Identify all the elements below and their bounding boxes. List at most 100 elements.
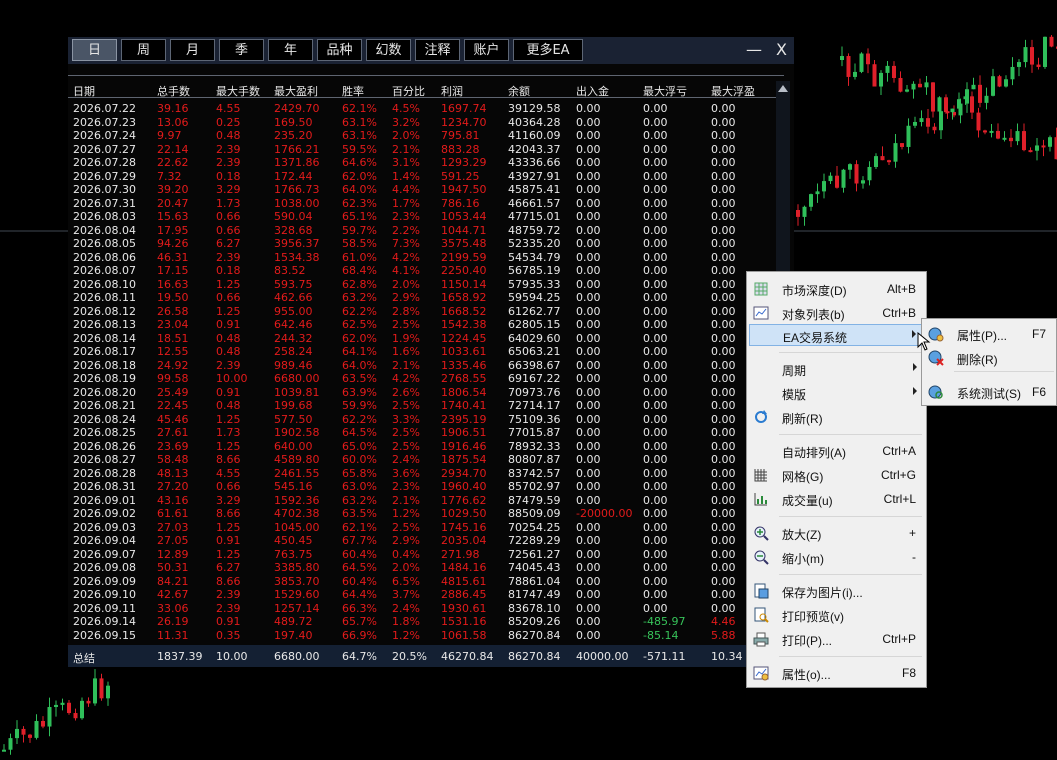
menu-separator [779,656,922,657]
table-cell: 62.0% [342,169,377,183]
candle-body [913,121,917,126]
menu-item-5[interactable]: 刷新(R) [749,406,924,428]
table-cell: 56785.19 [508,264,561,277]
summary-row: 总结 1837.39 10.00 6680.00 64.7% 20.5% 46270.84 8… [68,645,784,667]
table-cell: 1906.51 [441,426,487,439]
table-cell: 24.92 [157,358,189,372]
menu-item-8[interactable]: 成交量(u) Ctrl+L [749,488,924,510]
table-cell: 4.1% [392,264,420,277]
table-cell: 84.21 [157,574,189,588]
candle-body [67,702,71,714]
menu-item-4[interactable]: 模版 [749,382,924,404]
candle-body [905,89,909,92]
table-cell: 5.88 [711,628,736,642]
menu-item-0[interactable]: 市场深度(D) Alt+B [749,278,924,300]
submenu-item-label: 系统测试(S) [957,387,1021,401]
menu-item-10[interactable]: 缩小(m) - [749,546,924,568]
table-cell: 12.55 [157,345,189,358]
candle-body [983,130,987,133]
tab-9[interactable]: 更多EA [513,39,583,61]
row-date: 2026.07.31 [73,196,136,210]
table-cell: 0.00 [576,264,601,277]
table-cell: 0.00 [711,426,736,439]
table-cell: 577.50 [274,412,313,426]
table-cell: 0.00 [576,318,601,331]
candle-body [60,702,65,705]
table-cell: 0.48 [216,399,241,412]
table-cell: 0.00 [711,588,736,601]
menu-item-3[interactable]: 周期 [749,358,924,380]
table-cell: 8.66 [216,574,241,588]
minimize-button[interactable]: — [746,39,762,61]
candle-body [1043,36,1047,67]
menu-item-14[interactable]: 属性(o)... F8 [749,662,924,684]
row-date: 2026.09.10 [73,588,136,601]
table-cell: 86270.84 [508,628,561,642]
scroll-up-arrow[interactable] [778,85,788,92]
submenu-item-2[interactable]: 系统测试(S) F6 [924,381,1054,403]
tab-6[interactable]: 幻数 [366,39,411,61]
table-cell: 1045.00 [274,520,320,534]
summary-label: 总结 [73,652,95,665]
row-date: 2026.07.27 [73,142,136,156]
table-cell: 3.6% [392,466,420,480]
table-cell: 883.28 [441,142,480,156]
tab-5[interactable]: 品种 [317,39,362,61]
table-cell: 1.73 [216,426,241,439]
table-cell: 0.00 [643,507,668,520]
candle-body [976,112,981,131]
table-cell: 42043.37 [508,142,561,156]
table-cell: 47715.01 [508,210,561,223]
menu-item-11[interactable]: 保存为图片(i)... [749,580,924,602]
tab-7[interactable]: 注释 [415,39,460,61]
table-cell: 0.00 [711,102,736,115]
close-button[interactable]: X [776,39,787,61]
table-cell: 0.00 [711,547,736,561]
menu-item-2[interactable]: EA交易系统 [749,324,924,346]
table-cell: 26.58 [157,304,189,318]
menu-item-6[interactable]: 自动排列(A) Ctrl+A [749,440,924,462]
row-date: 2026.08.05 [73,237,136,250]
table-cell: 68.4% [342,264,377,277]
tab-0[interactable]: 日 [72,39,117,61]
table-cell: 0.00 [643,439,668,453]
row-date: 2026.08.21 [73,399,136,412]
table-cell: 15.63 [157,210,189,223]
menu-item-shortcut: Ctrl+A [882,444,916,458]
tab-1[interactable]: 周 [121,39,166,61]
table-cell: 0.00 [711,277,736,291]
table-cell: 80807.87 [508,453,561,466]
candle-body [926,118,930,127]
table-cell: 0.00 [643,588,668,601]
menu-item-label: 打印(P)... [782,634,832,648]
menu-item-9[interactable]: 放大(Z) + [749,522,924,544]
row-date: 2026.08.28 [73,466,136,480]
submenu-item-0[interactable]: 属性(P)... F7 [924,323,1054,345]
submenu-item-1[interactable]: 删除(R) [924,347,1054,369]
table-cell: 66398.67 [508,358,561,372]
menu-item-shortcut: F8 [901,666,916,680]
summary-cell: 64.7% [342,650,377,663]
tab-2[interactable]: 月 [170,39,215,61]
tab-4[interactable]: 年 [268,39,313,61]
menu-item-12[interactable]: 打印预览(v) [749,604,924,626]
table-cell: 12.89 [157,547,189,561]
table-cell: 2.3% [392,210,420,223]
menu-item-1[interactable]: 对象列表(b) Ctrl+B [749,302,924,324]
table-cell: 4702.38 [274,507,320,520]
table-cell: 0.91 [216,534,241,547]
table-cell: 1875.54 [441,453,487,466]
table-cell: 2.39 [216,142,241,156]
menu-item-13[interactable]: 打印(P)... Ctrl+P [749,628,924,650]
table-cell: 0.00 [576,102,601,115]
table-cell: 7.3% [392,237,420,250]
tab-8[interactable]: 账户 [464,39,509,61]
menu-item-7[interactable]: 网格(G) Ctrl+G [749,464,924,486]
candle-body [918,83,922,88]
table-cell: 70973.76 [508,385,561,399]
tab-3[interactable]: 季 [219,39,264,61]
table-cell: 13.06 [157,115,189,129]
table-cell: 64029.60 [508,331,561,345]
table-cell: 0.00 [576,399,601,412]
table-cell: 0.00 [711,223,736,237]
